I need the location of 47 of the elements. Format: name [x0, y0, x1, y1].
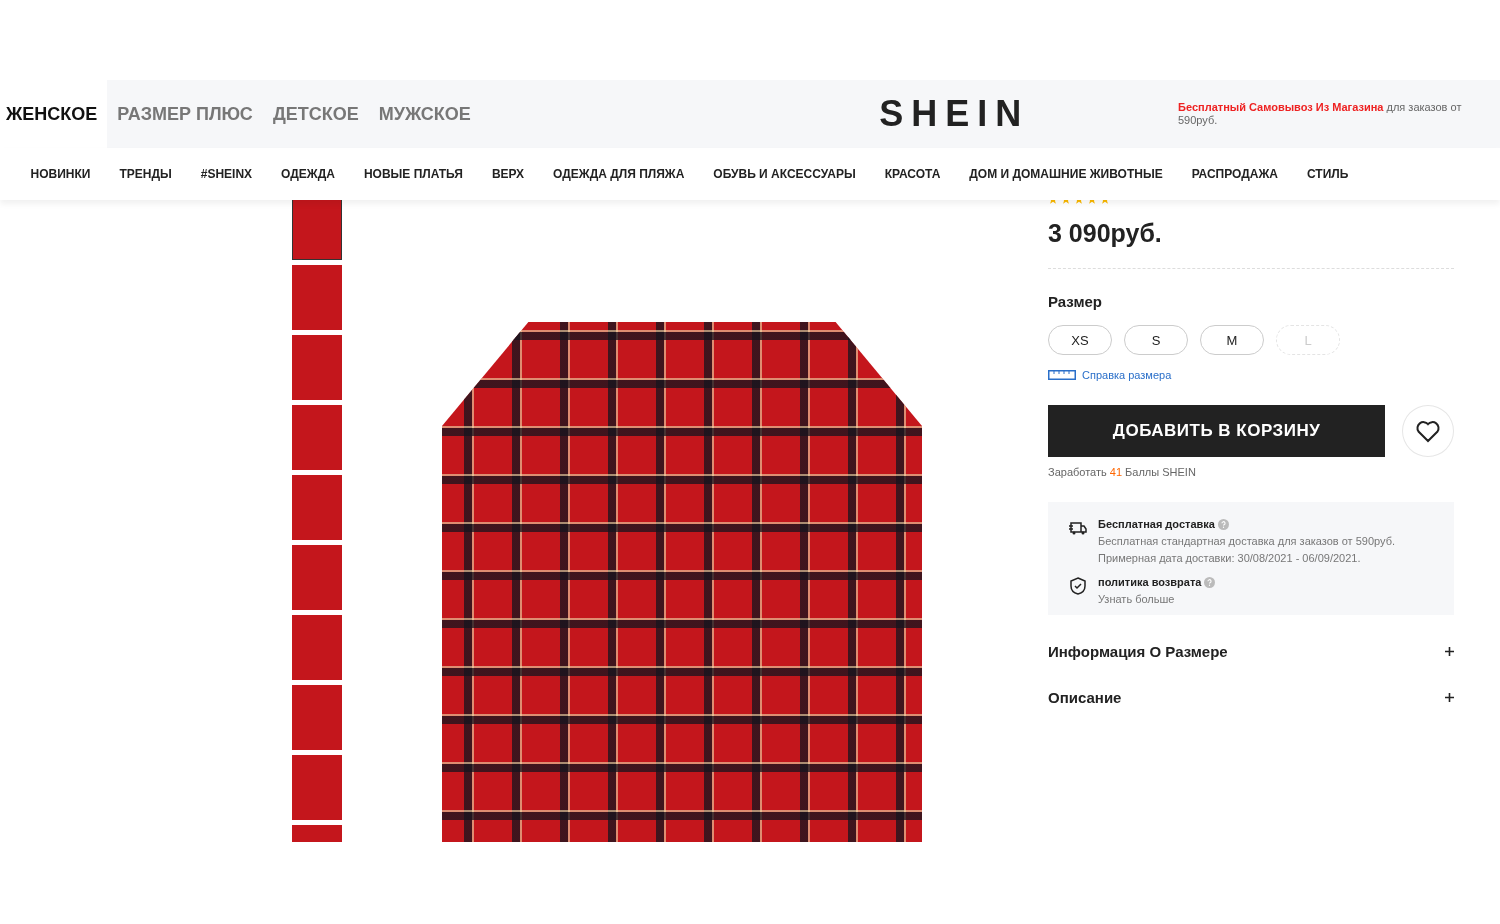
size-option[interactable]: M [1200, 325, 1264, 355]
help-icon[interactable] [1217, 518, 1229, 530]
size-guide-link[interactable]: Справка размера [1082, 369, 1172, 381]
nav-link[interactable]: ОДЕЖДА [266, 167, 350, 181]
nav-link[interactable]: КРАСОТА [870, 167, 955, 181]
service-title: Бесплатная доставка [1098, 518, 1215, 530]
help-icon[interactable] [1204, 576, 1216, 588]
nav-link[interactable]: СТИЛЬ [1292, 167, 1363, 181]
points-text: Заработать 41 Баллы SHEIN [1048, 466, 1197, 478]
nav-link[interactable]: ОДЕЖДА ДЛЯ ПЛЯЖА [538, 167, 699, 181]
thumbnail-photo-placeholder[interactable] [292, 200, 342, 260]
thumbnail-photo-placeholder[interactable] [292, 755, 342, 820]
promo-text: Бесплатный Самовывоз Из Магазина для заказов от 590руб. [1178, 101, 1463, 127]
nav-link[interactable]: НОВИНКИ [16, 167, 105, 181]
thumbnail-photo-placeholder[interactable] [292, 615, 342, 680]
shield-check-icon [1068, 576, 1088, 596]
add-to-cart-button[interactable]: ДОБАВИТЬ В КОРЗИНУ [1048, 405, 1386, 457]
ruler-icon [1048, 370, 1076, 380]
price: 3 090руб. [1048, 219, 1163, 248]
nav-link[interactable]: НОВЫЕ ПЛАТЬЯ [349, 167, 478, 181]
nav-link[interactable]: РАСПРОДАЖА [1177, 167, 1293, 181]
logo[interactable]: SHEIN [480, 93, 1178, 135]
thumbnail-photo-placeholder[interactable] [292, 405, 342, 470]
heart-icon [1415, 419, 1442, 443]
plus-icon[interactable] [1445, 692, 1454, 702]
section-header[interactable]: Описание [1048, 688, 1122, 706]
nav-link[interactable]: ТРЕНДЫ [104, 167, 187, 181]
service-text: Узнать больше [1098, 593, 1176, 605]
section-header[interactable]: Информация О Размере [1048, 642, 1228, 660]
plus-icon[interactable] [1445, 646, 1454, 656]
nav-link[interactable]: ДОМ И ДОМАШНИЕ ЖИВОТНЫЕ [954, 167, 1178, 181]
service-text: Бесплатная стандартная доставка для заказов от 590руб. [1098, 535, 1396, 547]
thumbnail-photo-placeholder[interactable] [292, 545, 342, 610]
size-label: Размер [1048, 293, 1104, 310]
thumbnail-photo-placeholder[interactable] [292, 335, 342, 400]
service-text: Примерная дата доставки: 30/08/2021 - 06/09/2021. [1098, 552, 1362, 564]
service-title: политика возврата [1098, 576, 1202, 588]
nav-link[interactable]: #SHEINX [186, 167, 267, 181]
nav-link[interactable]: ОБУВЬ И АКСЕССУАРЫ [698, 167, 871, 181]
thumbnail-photo-placeholder[interactable] [292, 475, 342, 540]
channel-tab[interactable]: ЖЕНСКОЕ [0, 80, 108, 148]
size-option[interactable]: S [1124, 325, 1188, 355]
nav-link[interactable]: ВЕРХ [477, 167, 539, 181]
thumbnail-photo-placeholder[interactable] [292, 265, 342, 330]
wishlist-button[interactable] [1402, 405, 1454, 457]
thumbnail-photo-placeholder[interactable] [292, 685, 342, 750]
size-option[interactable]: XS [1048, 325, 1112, 355]
